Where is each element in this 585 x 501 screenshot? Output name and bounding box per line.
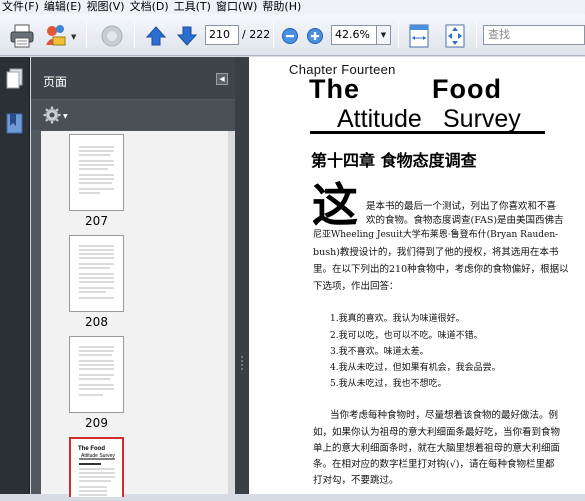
body-text-line: 当你考虑每种食物时，尽量想着该食物的最好做法。例 — [330, 410, 559, 421]
option-line: 4.我从未吃过，但如果有机会，我会品尝。 — [330, 363, 501, 373]
navigation-icon-strip — [0, 57, 30, 494]
drop-cap: 这 — [312, 178, 358, 232]
page-preview — [79, 346, 114, 396]
body-text-line: 条。在相对应的数字栏里打对钩(√)，请在每种食物栏里都 — [313, 459, 555, 470]
collapse-panel-button[interactable]: ◀ — [216, 73, 228, 85]
thumbnail-scrollbar[interactable] — [228, 131, 235, 494]
svg-text:▼: ▼ — [71, 33, 77, 41]
body-text-line: 欢的食物。食物态度调查(FAS)是由美国西佛吉 — [366, 215, 564, 226]
panel-title: 页面 — [43, 75, 68, 89]
body-text-line: 是本书的最后一个测试，列出了你喜欢和不喜 — [366, 201, 557, 212]
option-line: 1.我真的喜欢。我认为味道很好。 — [330, 314, 465, 324]
page-preview: The Food Attitude Survey — [78, 446, 115, 496]
toolbar: ▼ 210 / 222 42.6% ▼ 查找 — [0, 14, 585, 56]
menu-tools[interactable]: 工具(T) — [172, 0, 214, 14]
page-thumbnail[interactable] — [69, 336, 124, 413]
options-button[interactable]: ▼ — [43, 106, 71, 128]
body-text-line: 下选项，作出回答： — [313, 281, 399, 292]
zoom-in-icon — [307, 28, 323, 44]
collaborate-button[interactable]: ▼ — [44, 23, 78, 53]
print-button[interactable] — [9, 23, 35, 53]
menu-bar: 文件(F) 编辑(E) 视图(V) 文档(D) 工具(T) 窗口(W) 帮助(H… — [0, 0, 585, 14]
zoom-dropdown[interactable]: ▼ — [377, 25, 391, 45]
collaborate-icon: ▼ — [46, 25, 77, 46]
menu-window[interactable]: 窗口(W) — [214, 0, 260, 14]
bookmarks-panel-button[interactable] — [6, 113, 24, 139]
heading-rule — [310, 131, 545, 134]
pages-icon — [6, 68, 23, 89]
page-number-input[interactable]: 210 — [205, 25, 239, 45]
panel-splitter[interactable] — [235, 57, 249, 494]
next-page-button[interactable] — [176, 25, 198, 51]
body-text-line: 如，如果你认为祖母的意大利细面条最好吃，当你看到食物 — [313, 427, 561, 438]
menu-view[interactable]: 视图(V) — [84, 0, 127, 14]
previous-page-button[interactable] — [145, 25, 167, 51]
option-line: 3.我不喜欢。味道太差。 — [330, 347, 429, 357]
chapter-title: 第十四章 食物态度调查 — [311, 151, 477, 170]
page-thumbnail[interactable] — [69, 134, 124, 211]
toolbar-separator — [476, 22, 477, 48]
fit-width-icon — [409, 24, 429, 48]
body-text-line: 里。在以下列出的210种食物中，考虑你的食物偏好，根据以 — [313, 264, 569, 275]
menu-file[interactable]: 文件(F) — [0, 0, 42, 14]
zoom-in-button[interactable] — [306, 27, 324, 49]
heading-word: Attitude — [337, 105, 422, 133]
bookmark-icon — [6, 113, 23, 134]
page-thumbnail-selected[interactable]: The Food Attitude Survey — [69, 437, 124, 497]
fit-page-button[interactable] — [444, 23, 466, 53]
toolbar-separator — [86, 22, 87, 48]
toolbar-separator — [398, 22, 399, 48]
panel-options-row: ▼ — [31, 100, 235, 130]
thumbnails-panel: 页面 ◀ ▼ 207 208 209 The Food Attitude Sur… — [31, 57, 235, 497]
menu-edit[interactable]: 编辑(E) — [42, 0, 85, 14]
zoom-level-input[interactable]: 42.6% — [331, 25, 377, 45]
body-text-line: 打对勾，不要跳过。 — [313, 475, 399, 486]
page-thumbnail[interactable] — [69, 235, 124, 312]
search-input[interactable]: 查找 — [483, 25, 585, 45]
chevron-left-icon: ◀ — [219, 75, 225, 83]
zoom-out-button[interactable] — [281, 27, 299, 49]
gear-icon: ▼ — [43, 106, 68, 124]
thumbnail-list: 207 208 209 The Food Attitude Survey — [41, 131, 228, 497]
option-line: 5.我从未吃过，我也不想吃。 — [330, 379, 447, 389]
menu-document[interactable]: 文档(D) — [128, 0, 172, 14]
page-preview — [79, 245, 114, 299]
svg-text:▼: ▼ — [63, 113, 68, 120]
toolbar-separator — [273, 22, 274, 48]
thumbnail-page-number: 208 — [85, 315, 108, 329]
heading-word: Survey — [443, 105, 521, 133]
thumbnail-page-number: 207 — [85, 214, 108, 228]
heading-word: Food — [432, 74, 502, 104]
body-text-line: 尼亚Wheeling Jesuit大学布莱恩·鲁登布什(Bryan Rauden… — [313, 230, 559, 240]
page-preview — [79, 146, 114, 194]
svg-text:Attitude Survey: Attitude Survey — [81, 453, 115, 459]
body-text-line: bush)教授设计的，我们得到了他的授权，将其选用在本书 — [313, 247, 559, 258]
zoom-out-icon — [282, 28, 298, 44]
printer-icon — [10, 24, 34, 48]
splitter-grip-icon — [241, 356, 243, 370]
chevron-down-icon: ▼ — [380, 31, 387, 39]
fit-width-button[interactable] — [408, 23, 430, 53]
option-line: 2.我可以吃，也可以不吃。味道不错。 — [330, 331, 483, 341]
heading-word: The — [309, 74, 361, 104]
disabled-tool-button[interactable] — [99, 23, 125, 53]
body-text-line: 单上的意大利细面条时，就在大脑里想着祖母的意大利细面 — [313, 443, 561, 454]
thumbnail-page-number: 209 — [85, 416, 108, 430]
menu-help[interactable]: 帮助(H) — [260, 0, 304, 14]
svg-text:The Food: The Food — [78, 446, 105, 452]
hand-tool-icon — [101, 25, 123, 47]
pages-panel-button[interactable] — [6, 68, 24, 94]
fit-page-icon — [445, 24, 465, 48]
page-total: / 222 — [242, 28, 271, 41]
toolbar-separator — [134, 22, 135, 48]
panel-header: 页面 ◀ — [31, 57, 235, 99]
arrow-down-icon — [176, 26, 198, 46]
arrow-up-icon — [145, 26, 167, 46]
